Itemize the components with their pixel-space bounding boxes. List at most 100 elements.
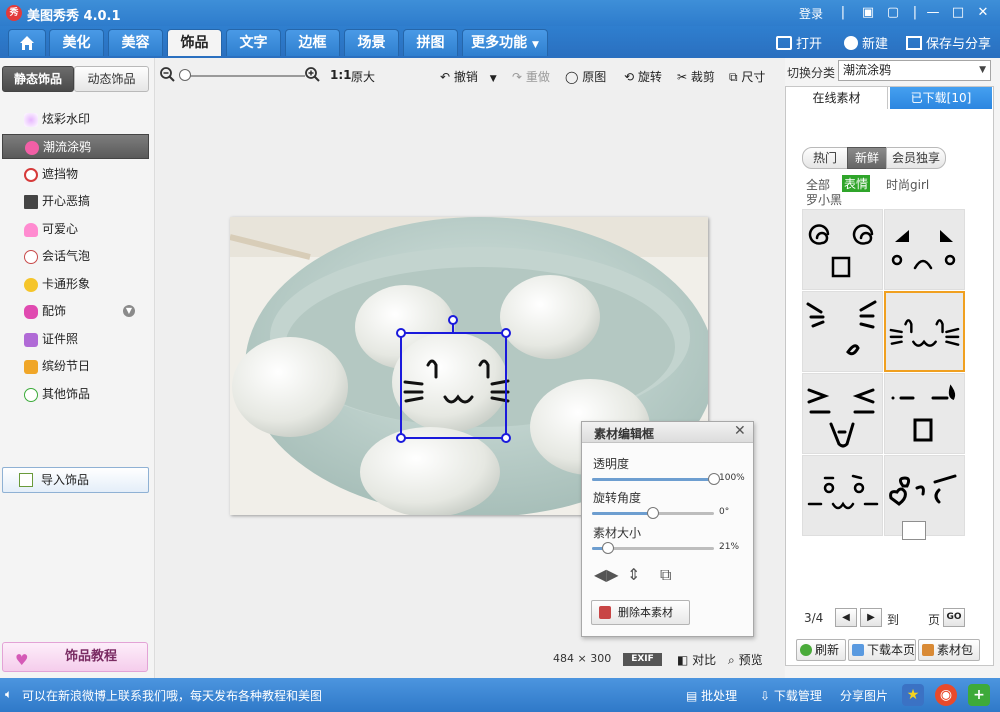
category-hearts[interactable]: 可爱心 bbox=[2, 217, 149, 242]
zoom-slider-handle[interactable] bbox=[179, 69, 191, 81]
rotation-label: 旋转角度 bbox=[593, 491, 642, 505]
material-pack-button[interactable]: 素材包 bbox=[918, 639, 980, 661]
category-label: 遮挡物 bbox=[42, 167, 79, 181]
category-ornaments[interactable]: 配饰 ▼ bbox=[2, 299, 149, 324]
star-icon[interactable]: ★ bbox=[902, 684, 924, 706]
original-image-button[interactable]: ◯ 原图 bbox=[565, 68, 606, 85]
prev-page-button[interactable]: ◀ bbox=[835, 608, 857, 627]
message-icon[interactable]: ▣ bbox=[859, 4, 877, 22]
tab-beauty[interactable]: 美容 bbox=[108, 29, 163, 56]
page-number-input[interactable] bbox=[902, 521, 926, 540]
minimize-icon[interactable]: — bbox=[924, 4, 942, 22]
expand-icon[interactable]: ▼ bbox=[123, 305, 135, 317]
preview-button[interactable]: ⌕ 预览 bbox=[728, 651, 763, 668]
close-icon[interactable]: ✕ bbox=[974, 4, 992, 22]
crop-button[interactable]: ✂ 裁剪 bbox=[677, 68, 715, 85]
refresh-button[interactable]: 刷新 bbox=[796, 639, 846, 661]
category-funny[interactable]: 开心恶搞 bbox=[2, 189, 149, 214]
download-page-button[interactable]: 下载本页 bbox=[848, 639, 916, 661]
subcat-emoji[interactable]: 表情 bbox=[842, 175, 871, 192]
copy-material-icon[interactable]: ⧉ bbox=[660, 565, 671, 585]
tab-downloaded[interactable]: 已下载[10] bbox=[890, 87, 992, 109]
login-link[interactable]: 登录 bbox=[799, 5, 823, 22]
add-icon[interactable]: + bbox=[968, 684, 990, 706]
flip-horizontal-icon[interactable]: ◀▶ bbox=[594, 565, 619, 584]
category-label: 开心恶搞 bbox=[42, 194, 91, 208]
zoom-in-icon[interactable] bbox=[305, 67, 320, 82]
opacity-slider[interactable] bbox=[592, 478, 714, 481]
subcat-fashion-girl[interactable]: 时尚girl bbox=[886, 176, 929, 193]
new-button[interactable]: 新建 bbox=[844, 33, 888, 52]
tab-scene[interactable]: 场景 bbox=[344, 29, 399, 56]
exif-button[interactable]: EXIF bbox=[623, 653, 662, 666]
size-label: 素材大小 bbox=[593, 526, 642, 540]
maximize-icon[interactable]: □ bbox=[949, 4, 967, 22]
material-thumb[interactable] bbox=[884, 209, 965, 290]
compare-button[interactable]: ◧ 对比 bbox=[677, 651, 716, 668]
zoom-out-icon[interactable] bbox=[160, 67, 175, 82]
filter-hot[interactable]: 热门 bbox=[802, 147, 848, 169]
weibo-icon[interactable]: ◉ bbox=[935, 684, 957, 706]
download-manager-icon: ⇩ bbox=[760, 689, 771, 703]
tab-collage[interactable]: 拼图 bbox=[403, 29, 458, 56]
share-image-button[interactable]: 分享图片 bbox=[840, 687, 888, 704]
download-manager-button[interactable]: ⇩ 下载管理 bbox=[760, 687, 822, 704]
tab-static-accessories[interactable]: 静态饰品 bbox=[2, 66, 74, 92]
resize-button[interactable]: ⧉ 尺寸 bbox=[729, 68, 765, 85]
category-select[interactable]: 潮流涂鸦 ▼ bbox=[838, 60, 991, 81]
material-thumb-selected[interactable] bbox=[884, 291, 965, 372]
go-button[interactable]: GO bbox=[943, 608, 965, 627]
filter-vip[interactable]: 会员独享 bbox=[886, 147, 946, 169]
category-graffiti[interactable]: 潮流涂鸦 bbox=[2, 134, 149, 159]
material-thumb[interactable] bbox=[802, 373, 883, 454]
undo-dropdown-icon[interactable]: ▼ bbox=[490, 74, 497, 84]
category-holidays[interactable]: 缤纷节日 bbox=[2, 354, 149, 379]
tab-beautify[interactable]: 美化 bbox=[49, 29, 104, 56]
ratio-button[interactable]: 1:1 bbox=[330, 68, 352, 82]
tab-animated-accessories[interactable]: 动态饰品 bbox=[74, 66, 149, 92]
undo-button[interactable]: ↶ 撤销 ▼ bbox=[440, 68, 497, 85]
lips-icon bbox=[25, 141, 39, 155]
next-page-button[interactable]: ▶ bbox=[860, 608, 882, 627]
rotation-slider-handle[interactable] bbox=[647, 507, 659, 519]
category-bubbles[interactable]: 会话气泡 bbox=[2, 244, 149, 269]
batch-process-button[interactable]: ▤ 批处理 bbox=[686, 687, 737, 704]
category-select-value: 潮流涂鸦 bbox=[843, 63, 892, 77]
open-button[interactable]: 打开 bbox=[776, 33, 822, 52]
redo-button[interactable]: ↷ 重做 bbox=[512, 68, 550, 85]
save-share-button[interactable]: 保存与分享 bbox=[906, 33, 991, 52]
delete-material-button[interactable]: 删除本素材 bbox=[591, 600, 690, 625]
tab-text[interactable]: 文字 bbox=[226, 29, 281, 56]
flip-vertical-icon[interactable]: ⇕ bbox=[627, 565, 640, 584]
category-cartoon[interactable]: 卡通形象 bbox=[2, 272, 149, 297]
material-thumb[interactable] bbox=[802, 455, 883, 536]
subcat-luoxiaohei[interactable]: 罗小黑 bbox=[806, 191, 842, 208]
size-slider-handle[interactable] bbox=[601, 542, 614, 554]
material-pack-label: 素材包 bbox=[937, 643, 974, 657]
material-thumb[interactable] bbox=[802, 291, 883, 372]
material-thumb[interactable] bbox=[884, 373, 965, 454]
category-watermark[interactable]: 炫彩水印 bbox=[2, 107, 149, 132]
import-accessories-button[interactable]: 导入饰品 bbox=[2, 467, 149, 493]
batch-icon: ▤ bbox=[686, 689, 698, 703]
original-size-button[interactable]: 原大 bbox=[351, 68, 375, 85]
tab-frame[interactable]: 边框 bbox=[285, 29, 340, 56]
filter-new[interactable]: 新鲜 bbox=[847, 147, 887, 169]
category-blockers[interactable]: 遮挡物 bbox=[2, 162, 149, 187]
dialog-header[interactable]: 素材编辑框 ✕ bbox=[582, 422, 753, 443]
tab-home[interactable] bbox=[8, 29, 46, 56]
material-thumb[interactable] bbox=[802, 209, 883, 290]
status-message[interactable]: 可以在新浪微博上联系我们哦，每天发布各种教程和美图 bbox=[22, 687, 322, 704]
tab-online-materials[interactable]: 在线素材 bbox=[786, 87, 888, 109]
tab-accessories[interactable]: 饰品 bbox=[167, 29, 222, 56]
rotate-button[interactable]: ⟲ 旋转 bbox=[624, 68, 662, 85]
image-width: 484 bbox=[553, 652, 574, 665]
zoom-slider[interactable] bbox=[183, 75, 305, 77]
cartoon-face-icon bbox=[24, 278, 38, 292]
accessories-tutorial-button[interactable]: ♥ 饰品教程 bbox=[2, 642, 148, 672]
skin-icon[interactable]: ▢ bbox=[884, 4, 902, 22]
category-other[interactable]: 其他饰品 bbox=[2, 382, 149, 407]
tab-more[interactable]: 更多功能 ▼ bbox=[462, 29, 548, 56]
category-id-photo[interactable]: 证件照 bbox=[2, 327, 149, 352]
dialog-close-icon[interactable]: ✕ bbox=[734, 423, 746, 439]
